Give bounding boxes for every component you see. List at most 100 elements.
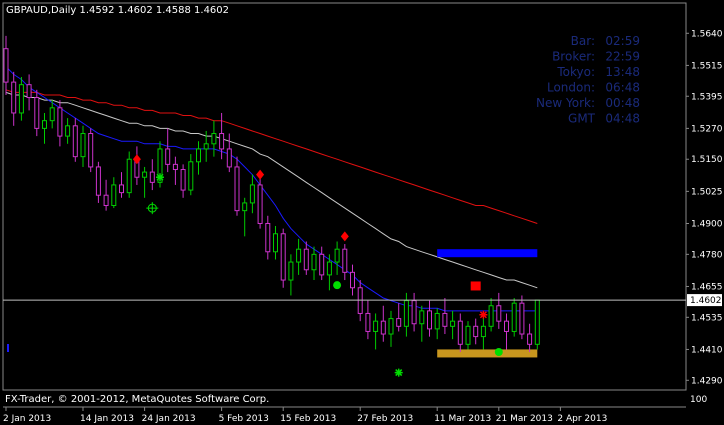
time-tick-label: 14 Jan 2013 bbox=[80, 414, 134, 424]
candles bbox=[3, 35, 540, 353]
candle bbox=[65, 118, 71, 144]
candle-body bbox=[419, 310, 425, 325]
time-tick-label: 15 Feb 2013 bbox=[280, 414, 336, 424]
candle bbox=[427, 300, 432, 337]
price-tick-label: 1.5270 bbox=[691, 124, 723, 134]
candle-body bbox=[334, 248, 340, 263]
price-tick-label: 1.4410 bbox=[691, 345, 723, 355]
moving-averages bbox=[5, 66, 538, 312]
candle-body bbox=[211, 133, 217, 145]
candle bbox=[534, 299, 540, 350]
candle bbox=[457, 313, 463, 353]
candle-body bbox=[411, 300, 417, 325]
price-tick-label: 1.4535 bbox=[691, 313, 723, 323]
candle-body bbox=[126, 158, 132, 194]
candle-body bbox=[265, 222, 271, 253]
candle bbox=[188, 154, 194, 196]
clock-label: Broker: bbox=[552, 50, 595, 64]
candle bbox=[149, 159, 155, 191]
time-tick-label: 5 Feb 2013 bbox=[219, 414, 269, 424]
candle bbox=[26, 74, 32, 111]
candle-body bbox=[26, 84, 32, 99]
candle bbox=[373, 313, 379, 350]
candle-body bbox=[442, 312, 448, 327]
price-axis: 1.5640 1.5515 1.5395 1.5270 1.5150 1.5025 1.49… bbox=[686, 29, 723, 386]
candle bbox=[3, 35, 9, 95]
candle bbox=[234, 156, 240, 216]
candle bbox=[119, 172, 124, 198]
candle-body bbox=[450, 320, 456, 327]
candle bbox=[419, 305, 425, 342]
candle bbox=[280, 228, 286, 288]
candle bbox=[95, 161, 101, 203]
candle-body bbox=[172, 163, 178, 171]
candle-body bbox=[88, 133, 94, 168]
candle bbox=[165, 128, 171, 173]
candle bbox=[273, 226, 278, 260]
clock-label: New York: bbox=[536, 96, 595, 110]
candle-body bbox=[311, 253, 317, 271]
candle-body bbox=[303, 248, 309, 271]
candle bbox=[403, 292, 409, 337]
clock-label: GMT bbox=[568, 112, 596, 126]
candle bbox=[442, 298, 448, 335]
ma-slow-line bbox=[5, 89, 538, 224]
candle-body bbox=[280, 233, 286, 281]
candle-body bbox=[342, 248, 348, 273]
candle-body bbox=[504, 320, 509, 332]
candle-body bbox=[142, 171, 148, 178]
buy-dot-marker bbox=[333, 281, 342, 290]
candle bbox=[49, 100, 55, 129]
candle bbox=[34, 89, 40, 137]
buy-dot-marker bbox=[494, 348, 503, 357]
candle bbox=[365, 300, 371, 340]
candle bbox=[134, 146, 140, 185]
candle bbox=[211, 120, 217, 157]
candle bbox=[511, 298, 517, 337]
candle bbox=[380, 305, 386, 342]
candle-body bbox=[480, 325, 486, 338]
sell-star-marker bbox=[479, 310, 488, 319]
candle-body bbox=[373, 320, 379, 332]
candle-body bbox=[288, 261, 294, 281]
buy-star-marker bbox=[156, 173, 164, 182]
candle-body bbox=[119, 184, 124, 194]
candle-body bbox=[380, 320, 386, 335]
candle bbox=[180, 164, 186, 198]
candle bbox=[288, 254, 294, 296]
candle-body bbox=[319, 253, 325, 276]
candle bbox=[80, 125, 86, 167]
candle bbox=[388, 310, 394, 347]
price-chart[interactable]: 1.5640 1.5515 1.5395 1.5270 1.5150 1.5025 1.49… bbox=[0, 0, 724, 425]
candle bbox=[334, 241, 340, 275]
candle-body bbox=[496, 305, 502, 322]
copyright-text: FX-Trader, © 2001-2012, MetaQuotes Softw… bbox=[5, 394, 269, 405]
clock-value: 04:48 bbox=[605, 112, 640, 126]
candle-body bbox=[80, 133, 86, 158]
candle-body bbox=[95, 166, 101, 196]
candle-body bbox=[57, 107, 63, 137]
candle bbox=[88, 128, 94, 173]
candle bbox=[18, 76, 24, 121]
candle-body bbox=[42, 120, 47, 129]
candle bbox=[396, 303, 402, 332]
sell-square-marker bbox=[470, 281, 481, 291]
candle-body bbox=[203, 143, 209, 150]
ma-fast-line bbox=[5, 66, 538, 312]
candle bbox=[249, 174, 255, 214]
candle-body bbox=[350, 271, 355, 289]
candle bbox=[172, 156, 178, 185]
candle-body bbox=[396, 318, 402, 327]
candle-body bbox=[188, 161, 194, 191]
candle bbox=[319, 246, 325, 281]
sell-diamond-marker bbox=[340, 231, 349, 242]
clock-value: 22:59 bbox=[605, 50, 640, 64]
price-tick-label: 1.5640 bbox=[691, 29, 723, 39]
clock-label: London: bbox=[547, 81, 595, 95]
candle-body bbox=[519, 302, 525, 335]
price-tick-label: 1.4655 bbox=[691, 282, 723, 292]
candle bbox=[11, 71, 17, 126]
candle bbox=[434, 308, 440, 340]
support-zone bbox=[437, 349, 538, 358]
candle bbox=[103, 179, 109, 211]
